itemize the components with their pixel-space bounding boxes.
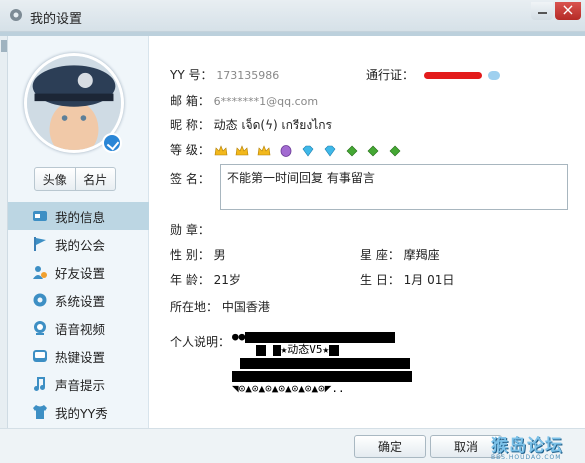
signature-label: 签 名：	[170, 172, 210, 186]
leaf-icon	[389, 145, 401, 156]
nickname-label: 昵 称：	[170, 118, 210, 132]
age-row: 年 龄： 21岁	[170, 271, 241, 288]
bio-line-5: ◥⊙▲⊙▲⊙▲⊙▲⊙▲⊙▲⊙◤..	[232, 382, 345, 395]
id-card-icon	[33, 211, 47, 221]
bio-pixel-art: ●● ★动态V5★ ◥⊙▲⊙▲⊙▲⊙▲⊙▲⊙▲⊙◤..	[232, 330, 442, 395]
sidebar-item-label: 系统设置	[55, 293, 106, 309]
sidebar-item-label: 热键设置	[55, 349, 106, 365]
watermark-main: 猴岛论坛	[491, 436, 563, 456]
gem-purple-icon	[280, 144, 292, 157]
sidebar-item-sound-alerts[interactable]: 声音提示	[8, 370, 149, 398]
nickname-value: 动态 เจ็ด(ϟ) เกรียงไกร	[213, 118, 332, 132]
scroll-handle[interactable]	[1, 40, 7, 52]
sidebar-item-my-guild[interactable]: 我的公会	[8, 230, 149, 258]
yy-number-row: YY 号： 173135986	[170, 66, 279, 83]
webcam-icon	[34, 321, 46, 335]
gear-icon	[10, 9, 22, 21]
leaf-icon	[368, 145, 379, 156]
card-tab-button[interactable]: 名片	[75, 167, 116, 191]
crown-icon	[214, 144, 228, 155]
window-title: 我的设置	[30, 12, 83, 27]
nickname-row: 昵 称： 动态 เจ็ด(ϟ) เกรียงไกร	[170, 116, 332, 135]
leaf-icon	[346, 145, 358, 156]
level-label: 等 级：	[170, 143, 210, 157]
zodiac-row: 星 座： 摩羯座	[360, 246, 440, 263]
sidebar-item-label: 我的YY秀	[55, 405, 108, 421]
avatar-buttons: 头像 名片	[34, 167, 116, 191]
age-value: 21岁	[213, 273, 241, 287]
title-bar: 我的设置	[0, 0, 585, 32]
sidebar-item-system-settings[interactable]: 系统设置	[8, 286, 149, 314]
sidebar: 头像 名片 我的信息 我的公会 好友设置 系统设置 语音视频 热键设置 声音提示…	[8, 36, 149, 428]
bio-label: 个人说明：	[170, 335, 231, 349]
sidebar-item-label: 我的信息	[55, 209, 106, 225]
email-row: 邮 箱： 6*******1@qq.com	[170, 92, 318, 109]
shirt-icon	[33, 405, 47, 419]
profile-panel: YY 号： 173135986 通行证： 邮 箱： 6*******1@qq.c…	[150, 36, 585, 428]
location-value: 中国香港	[221, 300, 270, 314]
zodiac-label: 星 座：	[360, 248, 400, 262]
birthday-row: 生 日： 1月 01日	[360, 271, 454, 288]
level-row: 等 级：	[170, 141, 406, 158]
yy-number-label: YY 号：	[170, 68, 213, 82]
sidebar-item-label: 语音视频	[55, 321, 106, 337]
birthday-label: 生 日：	[360, 273, 400, 287]
bio-line-4	[232, 369, 442, 382]
gender-label: 性 别：	[170, 248, 210, 262]
avatar-tab-button[interactable]: 头像	[34, 167, 76, 191]
gender-row: 性 别： 男	[170, 246, 226, 263]
birthday-value: 1月 01日	[403, 273, 455, 287]
sidebar-item-voice-video[interactable]: 语音视频	[8, 314, 149, 342]
sidebar-item-label: 好友设置	[55, 265, 106, 281]
flag-icon	[34, 237, 46, 251]
email-label: 邮 箱：	[170, 94, 210, 108]
ok-button[interactable]: 确定	[354, 435, 426, 458]
minimize-button[interactable]	[531, 2, 553, 20]
gender-value: 男	[213, 248, 226, 262]
signature-input[interactable]: 不能第一时间回复 有事留言	[220, 164, 568, 210]
sidebar-item-my-info[interactable]: 我的信息	[8, 202, 149, 230]
passport-row: 通行证：	[366, 66, 500, 83]
close-button[interactable]	[555, 0, 581, 20]
diamond-icon	[302, 145, 314, 157]
medal-label: 勋 章：	[170, 223, 210, 237]
crown-icon	[236, 144, 249, 155]
sidebar-item-friend-settings[interactable]: 好友设置	[8, 258, 149, 286]
sidebar-item-hotkey-settings[interactable]: 热键设置	[8, 342, 149, 370]
bio-line-2: ★动态V5★	[232, 343, 442, 356]
sidebar-item-label: 我的公会	[55, 237, 106, 253]
location-label: 所在地：	[170, 300, 219, 314]
bio-line-1: ●●	[232, 330, 442, 343]
bio-line-2-text: ★动态V5★	[280, 343, 330, 356]
left-edge-panel	[0, 36, 8, 428]
yy-number-value: 173135986	[216, 69, 280, 82]
zodiac-value: 摩羯座	[403, 248, 440, 262]
email-value: 6*******1@qq.com	[213, 95, 319, 108]
watermark-sub: BBS.HOUDAO.COM	[491, 454, 562, 461]
cloud-icon	[487, 71, 500, 80]
passport-label: 通行证：	[366, 68, 415, 82]
diamond-icon	[324, 145, 336, 157]
gear-icon	[33, 293, 47, 307]
sidebar-nav: 我的信息 我的公会 好友设置 系统设置 语音视频 热键设置 声音提示 我的YY秀	[8, 202, 149, 426]
keyboard-icon	[33, 350, 47, 362]
passport-redaction	[423, 72, 482, 79]
sidebar-item-my-yy-show[interactable]: 我的YY秀	[8, 398, 149, 426]
location-row: 所在地： 中国香港	[170, 298, 270, 315]
verified-badge-icon	[102, 133, 122, 153]
footer-bar: 确定 取消 猴岛论坛 BBS.HOUDAO.COM	[0, 428, 585, 463]
friends-icon	[33, 266, 47, 279]
crown-icon	[257, 144, 271, 155]
age-label: 年 龄：	[170, 273, 210, 287]
bio-line-3	[232, 356, 442, 369]
watermark-logo: 猴岛论坛 BBS.HOUDAO.COM	[491, 431, 579, 461]
music-note-icon	[34, 377, 45, 391]
sidebar-item-label: 声音提示	[55, 377, 106, 393]
